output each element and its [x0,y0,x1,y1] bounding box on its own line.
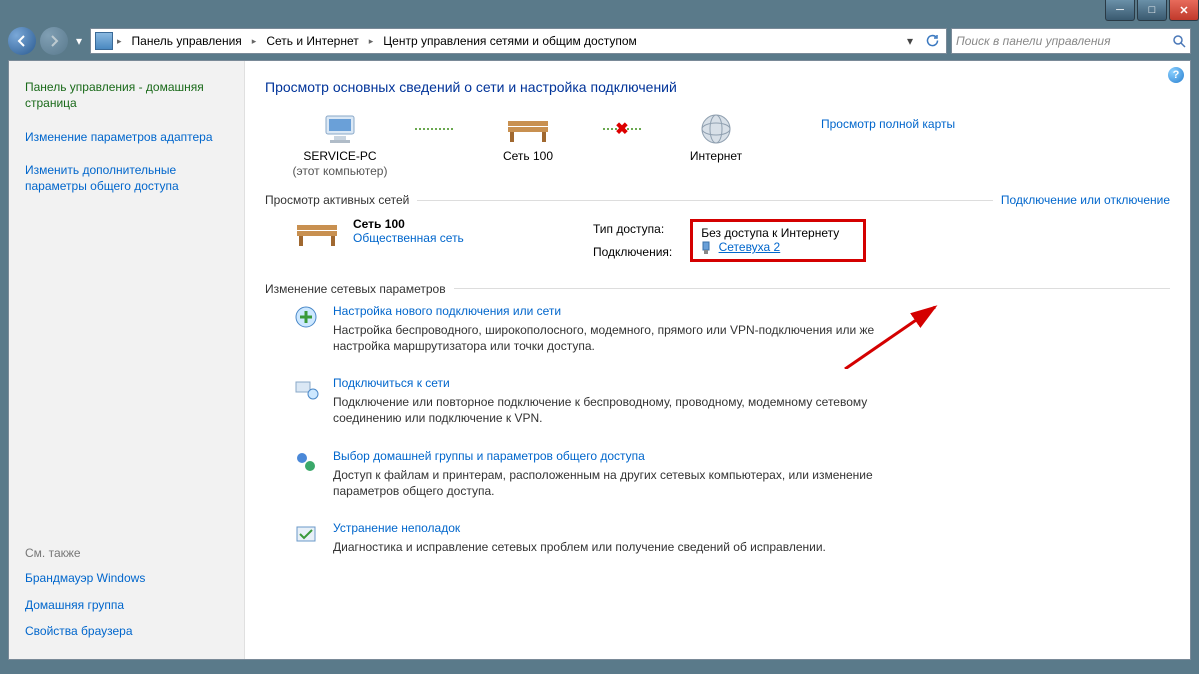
task-desc: Настройка беспроводного, широкополосного… [333,322,893,354]
breadcrumb-sep: ▸ [117,36,122,47]
network-type-link[interactable]: Общественная сеть [353,231,464,245]
connection-broken-icon: ✖ [615,119,628,139]
sidebar-link-adapter-settings[interactable]: Изменение параметров адаптера [25,129,230,145]
bench-icon [293,217,341,264]
task-troubleshoot[interactable]: Устранение неполадок Диагностика и испра… [293,521,1170,555]
nav-history-dropdown[interactable]: ▾ [72,31,86,51]
window-maximize-button[interactable]: □ [1137,0,1167,21]
bench-icon [453,111,603,147]
see-also-label: См. также [25,546,230,560]
map-network-label: Сеть 100 [453,149,603,164]
connections-label: Подключения: [593,240,690,263]
task-desc: Доступ к файлам и принтерам, расположенн… [333,467,893,499]
change-settings-title: Изменение сетевых параметров [265,282,446,296]
task-desc: Подключение или повторное подключение к … [333,394,893,426]
connection-link[interactable]: Сетевуха 2 [719,240,781,254]
address-bar[interactable]: ▸ Панель управления ▸ Сеть и Интернет ▸ … [90,28,947,54]
annotation-highlight-box: Без доступа к Интернету Сетевуха 2 [690,219,866,262]
map-node-internet: Интернет [641,111,791,164]
sidebar: Панель управления - домашняя страница Из… [9,61,245,659]
task-title[interactable]: Устранение неполадок [333,521,460,535]
active-networks-title: Просмотр активных сетей [265,193,409,207]
breadcrumb-sep: ▸ [252,36,257,47]
nav-forward-button[interactable] [40,27,68,55]
task-title[interactable]: Настройка нового подключения или сети [333,304,561,318]
see-also-firewall[interactable]: Брандмауэр Windows [25,570,230,586]
connect-disconnect-link[interactable]: Подключение или отключение [1001,193,1170,207]
map-node-network: Сеть 100 [453,111,603,164]
main-content: ? Просмотр основных сведений о сети и на… [245,61,1190,659]
connect-network-icon [293,376,319,402]
map-computer-label: SERVICE-PC [265,149,415,164]
sidebar-home-link[interactable]: Панель управления - домашняя страница [25,79,230,111]
network-name: Сеть 100 [353,217,464,231]
page-title: Просмотр основных сведений о сети и наст… [265,79,1170,95]
task-title[interactable]: Подключиться к сети [333,376,450,390]
search-input[interactable]: Поиск в панели управления [951,28,1191,54]
divider [417,200,993,201]
task-new-connection[interactable]: Настройка нового подключения или сети На… [293,304,1170,354]
task-homegroup[interactable]: Выбор домашней группы и параметров общег… [293,449,1170,499]
breadcrumb-level2[interactable]: Сеть и Интернет [260,32,364,50]
homegroup-icon [293,449,319,475]
task-title[interactable]: Выбор домашней группы и параметров общег… [333,449,645,463]
divider [454,288,1170,289]
access-type-value: Без доступа к Интернету [701,226,839,240]
task-desc: Диагностика и исправление сетевых пробле… [333,539,826,555]
access-type-label: Тип доступа: [593,217,690,240]
search-placeholder: Поиск в панели управления [956,34,1111,48]
breadcrumb-level1[interactable]: Панель управления [126,32,248,50]
control-panel-icon [95,32,113,50]
breadcrumb-level3[interactable]: Центр управления сетями и общим доступом [377,32,643,50]
see-also-browser[interactable]: Свойства браузера [25,623,230,639]
nav-back-button[interactable] [8,27,36,55]
view-full-map-link[interactable]: Просмотр полной карты [821,117,955,131]
sidebar-link-advanced-sharing[interactable]: Изменить дополнительные параметры общего… [25,162,230,194]
new-connection-icon [293,304,319,330]
map-connection-line [415,111,453,147]
globe-icon [641,111,791,147]
task-connect-network[interactable]: Подключиться к сети Подключение или повт… [293,376,1170,426]
map-connection-broken: ✖ [603,111,641,147]
breadcrumb-sep: ▸ [369,36,374,47]
window-minimize-button[interactable]: ─ [1105,0,1135,21]
computer-icon [265,111,415,147]
adapter-icon [701,241,711,255]
map-node-computer: SERVICE-PC (этот компьютер) [265,111,415,179]
window-close-button[interactable]: ✕ [1169,0,1199,21]
refresh-button[interactable] [922,31,942,51]
help-icon[interactable]: ? [1168,67,1184,83]
map-computer-sublabel: (этот компьютер) [265,164,415,179]
search-icon [1172,34,1186,48]
troubleshoot-icon [293,521,319,547]
see-also-homegroup[interactable]: Домашняя группа [25,597,230,613]
map-internet-label: Интернет [641,149,791,164]
address-dropdown-button[interactable]: ▾ [900,31,920,51]
